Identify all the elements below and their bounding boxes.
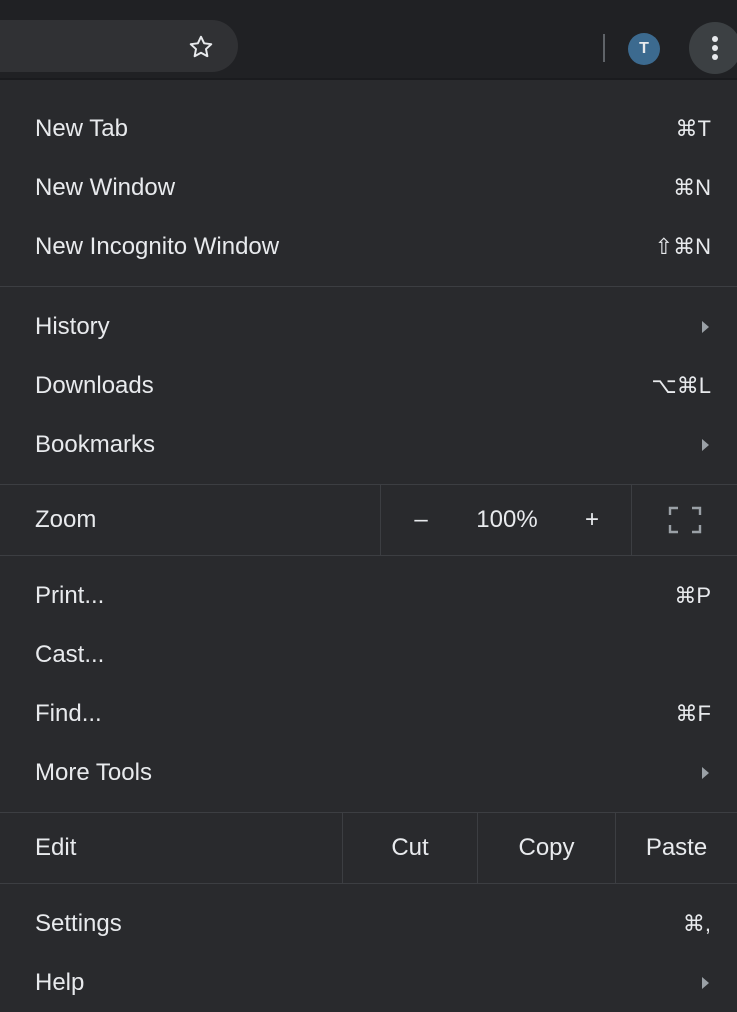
- menu-item-shortcut: ⌘N: [673, 174, 711, 200]
- copy-button[interactable]: Copy: [477, 813, 615, 883]
- cut-button[interactable]: Cut: [342, 813, 477, 883]
- toolbar-separator: [603, 34, 605, 62]
- browser-toolbar: T: [0, 0, 737, 80]
- zoom-out-button[interactable]: –: [381, 506, 461, 534]
- zoom-label: Zoom: [35, 506, 97, 533]
- profile-avatar[interactable]: T: [628, 33, 660, 65]
- avatar-letter: T: [639, 40, 649, 57]
- submenu-arrow-icon: [702, 766, 709, 779]
- menu-item-shortcut: ⌘F: [675, 700, 711, 726]
- menu-item-downloads[interactable]: Downloads ⌥⌘L: [0, 356, 737, 415]
- menu-item-label: Downloads: [35, 371, 154, 399]
- menu-item-history[interactable]: History: [0, 297, 737, 356]
- kebab-menu-icon[interactable]: [689, 22, 737, 74]
- edit-row: Edit Cut Copy Paste: [0, 812, 737, 884]
- menu-item-new-window[interactable]: New Window ⌘N: [0, 158, 737, 217]
- menu-item-bookmarks[interactable]: Bookmarks: [0, 415, 737, 474]
- zoom-row: Zoom – 100% +: [0, 484, 737, 556]
- menu-item-shortcut: ⌘P: [674, 582, 711, 608]
- menu-item-label: New Window: [35, 173, 176, 201]
- menu-item-shortcut: ⌘,: [682, 910, 711, 936]
- menu-item-help[interactable]: Help: [0, 953, 737, 1012]
- menu-item-label: New Tab: [35, 114, 128, 142]
- zoom-in-button[interactable]: +: [553, 506, 631, 534]
- menu-item-more-tools[interactable]: More Tools: [0, 743, 737, 802]
- star-icon[interactable]: [186, 32, 216, 62]
- edit-label: Edit: [35, 834, 77, 861]
- menu-item-label: Print...: [35, 581, 105, 609]
- menu-item-shortcut: ⇧⌘N: [654, 233, 711, 259]
- submenu-arrow-icon: [702, 976, 709, 989]
- menu-item-print[interactable]: Print... ⌘P: [0, 566, 737, 625]
- menu-item-new-tab[interactable]: New Tab ⌘T: [0, 99, 737, 158]
- menu-item-label: New Incognito Window: [35, 232, 280, 260]
- menu-item-find[interactable]: Find... ⌘F: [0, 684, 737, 743]
- menu-item-shortcut: ⌥⌘L: [651, 372, 711, 398]
- menu-divider: [0, 286, 737, 287]
- menu-item-label: Find...: [35, 699, 102, 727]
- menu-item-label: Settings: [35, 909, 122, 937]
- zoom-level: 100%: [476, 506, 538, 533]
- menu-item-label: Bookmarks: [35, 430, 156, 458]
- fullscreen-icon[interactable]: [631, 485, 737, 555]
- menu-item-label: More Tools: [35, 758, 152, 786]
- menu-item-cast[interactable]: Cast...: [0, 625, 737, 684]
- menu-item-new-incognito-window[interactable]: New Incognito Window ⇧⌘N: [0, 217, 737, 276]
- menu-item-label: Help: [35, 968, 85, 996]
- chrome-main-menu: New Tab ⌘T New Window ⌘N New Incognito W…: [0, 80, 737, 1012]
- menu-item-label: History: [35, 312, 110, 340]
- menu-item-shortcut: ⌘T: [675, 115, 711, 141]
- zoom-controls: – 100% +: [380, 485, 631, 555]
- paste-button[interactable]: Paste: [615, 813, 737, 883]
- submenu-arrow-icon: [702, 438, 709, 451]
- menu-item-label: Cast...: [35, 640, 105, 668]
- submenu-arrow-icon: [702, 320, 709, 333]
- menu-item-settings[interactable]: Settings ⌘,: [0, 894, 737, 953]
